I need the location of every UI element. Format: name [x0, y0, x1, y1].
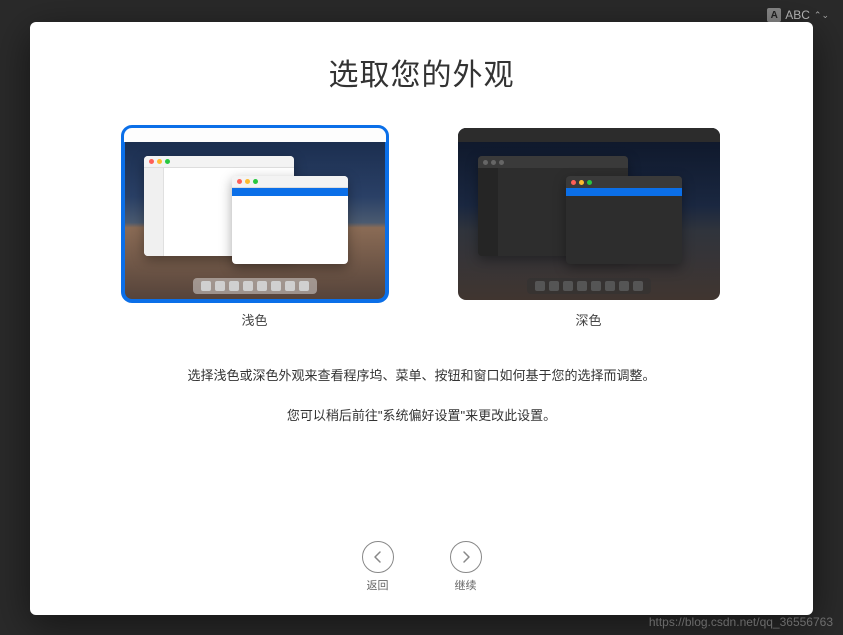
appearance-options: 浅色 深色: [124, 128, 720, 329]
description-line: 选择浅色或深色外观来查看程序坞、菜单、按钮和窗口如何基于您的选择而调整。: [187, 365, 655, 387]
arrow-left-icon: [362, 541, 394, 573]
arrow-right-icon: [450, 541, 482, 573]
input-method-indicator[interactable]: A ABC ⌃⌄: [767, 8, 829, 22]
dock-preview: [193, 278, 317, 294]
option-light[interactable]: 浅色: [124, 128, 386, 329]
description: 选择浅色或深色外观来查看程序坞、菜单、按钮和窗口如何基于您的选择而调整。 您可以…: [187, 365, 655, 427]
light-thumbnail: [124, 128, 386, 300]
window-preview: [232, 176, 348, 264]
chevron-updown-icon: ⌃⌄: [814, 11, 829, 20]
option-dark[interactable]: 深色: [458, 128, 720, 329]
setup-panel: 选取您的外观 浅色: [30, 22, 813, 615]
dark-thumbnail: [458, 128, 720, 300]
continue-button[interactable]: 继续: [450, 541, 482, 593]
window-preview: [566, 176, 682, 264]
watermark: https://blog.csdn.net/qq_36556763: [649, 615, 833, 629]
back-label: 返回: [367, 577, 389, 593]
menubar-preview: [458, 128, 720, 142]
continue-label: 继续: [455, 577, 477, 593]
description-line: 您可以稍后前往"系统偏好设置"来更改此设置。: [187, 405, 655, 427]
option-light-label: 浅色: [241, 310, 267, 329]
input-label: ABC: [785, 8, 810, 22]
dock-preview: [527, 278, 651, 294]
footer-nav: 返回 继续: [30, 541, 813, 593]
page-title: 选取您的外观: [329, 50, 515, 94]
input-badge: A: [767, 8, 781, 22]
back-button[interactable]: 返回: [362, 541, 394, 593]
option-dark-label: 深色: [575, 310, 601, 329]
menubar-preview: [124, 128, 386, 142]
